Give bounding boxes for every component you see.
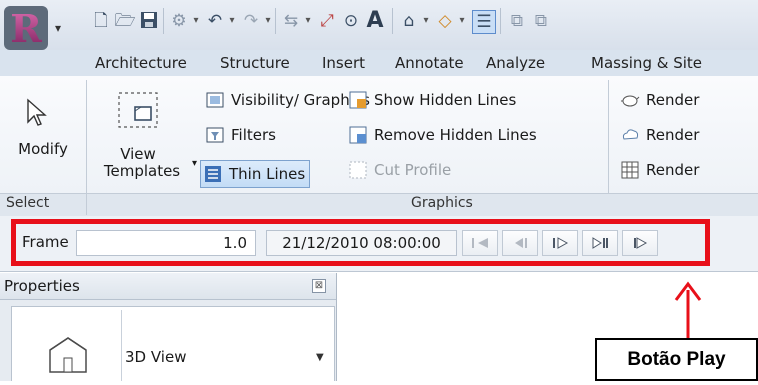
play-button-callout: Botão Play: [595, 338, 758, 381]
show-hidden-lines-icon: [348, 90, 368, 110]
chevron-down-icon[interactable]: ▾: [420, 10, 432, 32]
render-label-1: Render: [646, 91, 700, 109]
tab-analyze[interactable]: Analyze: [486, 53, 545, 73]
tag-icon[interactable]: ⊙: [340, 10, 362, 32]
panel-label-select[interactable]: Select: [6, 195, 49, 211]
chevron-down-icon[interactable]: ▾: [226, 10, 238, 32]
open-folder-icon[interactable]: 🗁: [114, 10, 136, 32]
panel-divider: [86, 80, 87, 193]
cut-profile-label: Cut Profile: [374, 161, 452, 179]
tab-massing-site[interactable]: Massing & Site: [591, 53, 702, 73]
modify-button[interactable]: Modify: [13, 140, 73, 158]
thin-lines-icon: [203, 164, 223, 184]
panel-divider: [608, 80, 609, 193]
svg-text:▾: ▾: [55, 21, 61, 35]
thin-lines-icon[interactable]: ☰: [472, 10, 496, 34]
show-hidden-lines-button[interactable]: Show Hidden Lines: [348, 90, 516, 110]
tab-insert[interactable]: Insert: [322, 53, 365, 73]
filters-icon: [205, 125, 225, 145]
3d-view-icon[interactable]: ⌂: [398, 10, 420, 32]
render-teapot-icon: [620, 90, 640, 110]
type-thumbnail: [16, 310, 122, 381]
chevron-down-icon[interactable]: ▾: [190, 10, 202, 32]
cursor-arrow-icon[interactable]: [25, 98, 49, 128]
sync-icon[interactable]: ⚙: [168, 10, 190, 32]
render-button-2[interactable]: Render: [620, 125, 699, 145]
render-label-3: Render: [646, 161, 700, 179]
render-cloud-icon: [620, 125, 640, 145]
visibility-graphics-button[interactable]: Visibility/ Graphics: [205, 90, 370, 110]
chevron-down-icon[interactable]: ▾: [262, 10, 274, 32]
view-templates-icon[interactable]: [114, 88, 162, 132]
close-icon[interactable]: ⊠: [312, 279, 326, 293]
render-label-2: Render: [646, 126, 700, 144]
chevron-down-icon[interactable]: ▾: [192, 158, 197, 169]
ribbon-panel-label-bar: [0, 193, 758, 217]
tab-annotate[interactable]: Annotate: [395, 53, 464, 73]
view-templates-label-2[interactable]: Templates: [90, 162, 194, 180]
undo-icon[interactable]: ↶: [204, 10, 226, 32]
filters-label: Filters: [231, 126, 276, 144]
panel-label-graphics[interactable]: Graphics: [411, 195, 473, 211]
dimension-icon[interactable]: ⤢: [316, 10, 338, 32]
svg-text:R: R: [10, 6, 42, 51]
switch-windows-icon[interactable]: ⧉: [530, 10, 552, 32]
cut-profile-icon: [348, 160, 368, 180]
chevron-down-icon[interactable]: ▾: [302, 10, 314, 32]
visibility-graphics-icon: [205, 90, 225, 110]
render-button-3[interactable]: Render: [620, 160, 699, 180]
section-icon[interactable]: ◇: [434, 10, 456, 32]
measure-icon[interactable]: ⇆: [280, 10, 302, 32]
cut-profile-button[interactable]: Cut Profile: [348, 160, 451, 180]
chevron-down-icon[interactable]: ▼: [316, 352, 324, 363]
annotation-arrow-icon: [674, 281, 702, 344]
quick-access-toolbar: 🗋 🗁 ⚙ ▾ ↶ ▾ ↷ ▾ ⇆ ▾ ⤢ ⊙ A ⌂ ▾ ◇ ▾ ☰ ⧉ ⧉: [0, 0, 758, 50]
view-templates-label-1[interactable]: View: [108, 145, 168, 163]
remove-hidden-lines-label: Remove Hidden Lines: [374, 126, 537, 144]
thin-lines-label: Thin Lines: [229, 165, 306, 183]
show-hidden-lines-label: Show Hidden Lines: [374, 91, 517, 109]
text-icon[interactable]: A: [364, 10, 386, 32]
render-button-1[interactable]: Render: [620, 90, 699, 110]
tab-architecture[interactable]: Architecture: [95, 53, 187, 73]
frame-highlight-outline: [11, 219, 710, 266]
tab-structure[interactable]: Structure: [220, 53, 290, 73]
remove-hidden-lines-button[interactable]: Remove Hidden Lines: [348, 125, 537, 145]
thin-lines-button[interactable]: Thin Lines: [200, 160, 311, 188]
remove-hidden-lines-icon: [348, 125, 368, 145]
chevron-down-icon[interactable]: ▾: [456, 10, 468, 32]
redo-icon[interactable]: ↷: [240, 10, 262, 32]
save-icon[interactable]: [138, 10, 160, 32]
close-hidden-icon[interactable]: ⧉: [506, 10, 528, 32]
house-3d-view-icon: [49, 337, 87, 373]
new-file-icon[interactable]: 🗋: [90, 10, 112, 32]
filters-button[interactable]: Filters: [205, 125, 276, 145]
type-name: 3D View: [125, 348, 187, 366]
properties-title: Properties: [4, 277, 80, 295]
render-gallery-icon: [620, 160, 640, 180]
